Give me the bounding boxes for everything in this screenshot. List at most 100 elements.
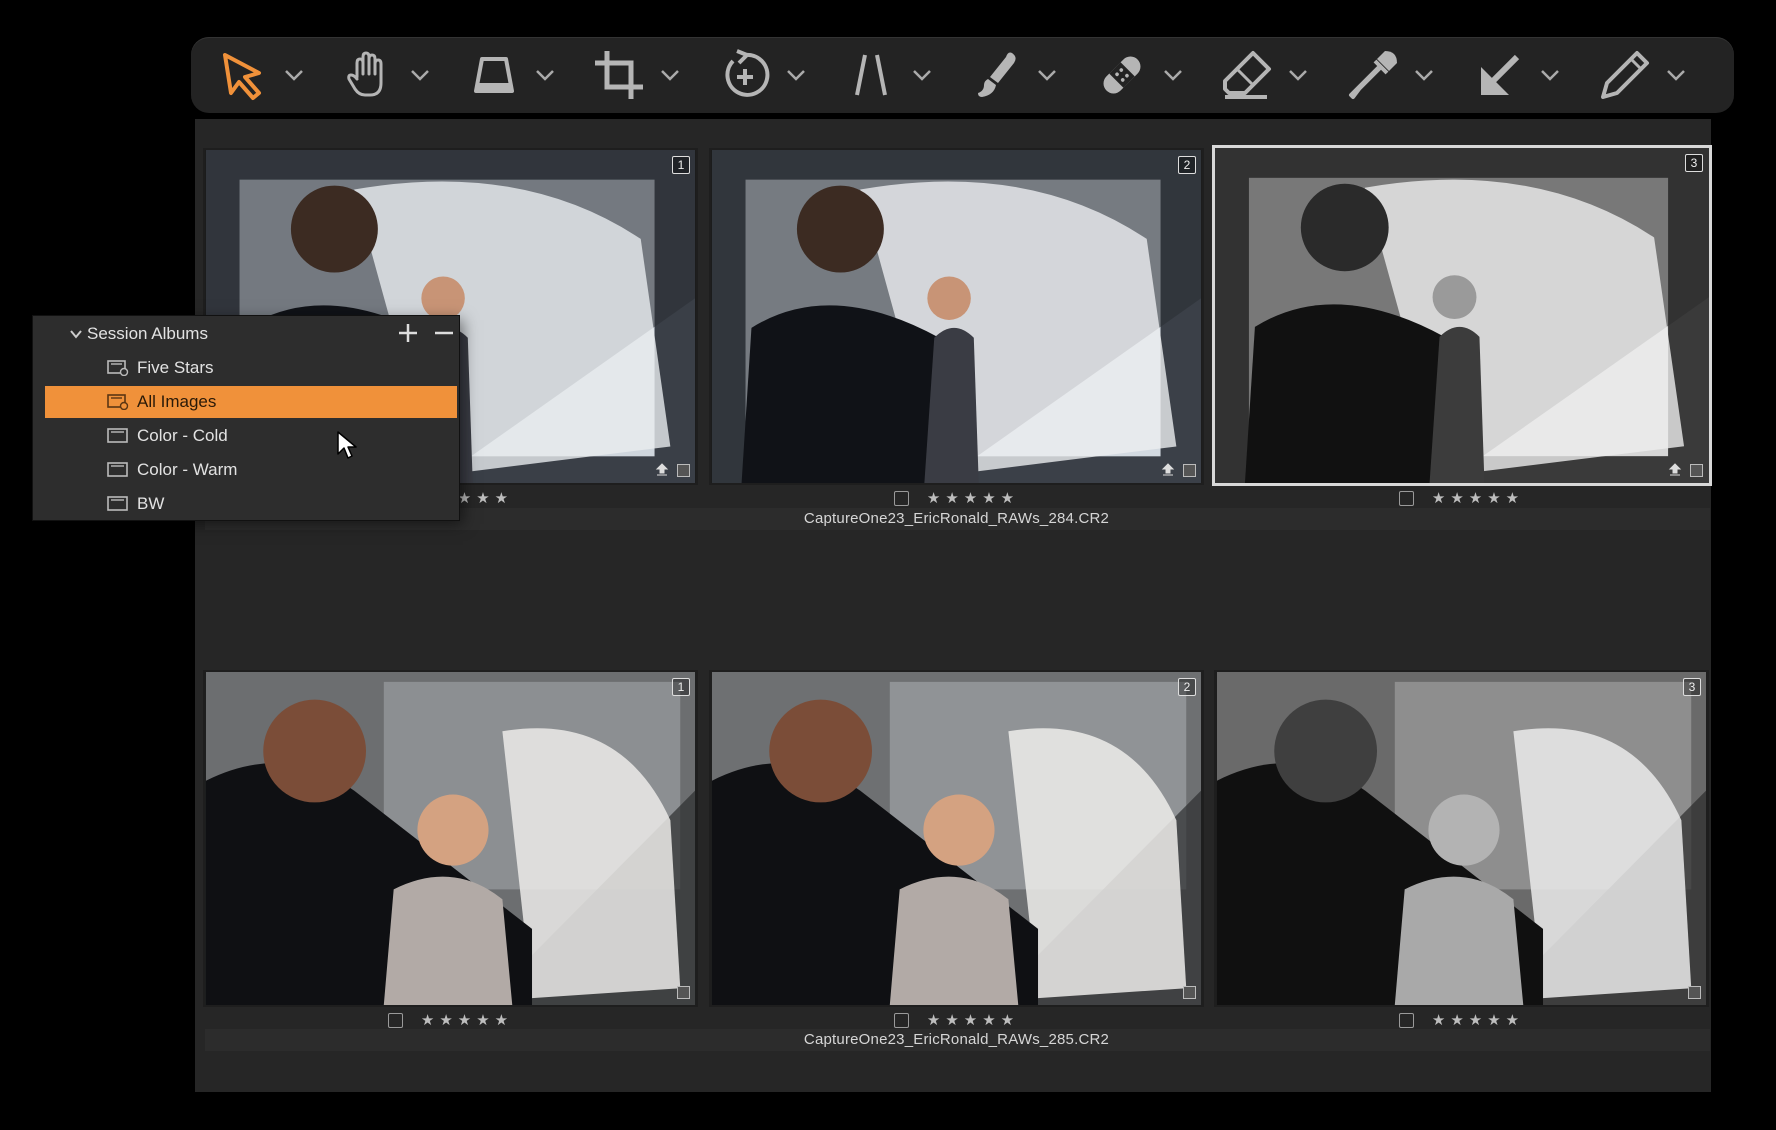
- heal-tool[interactable]: [1094, 47, 1204, 103]
- eyedropper-icon: [1349, 51, 1397, 99]
- photo-thumbnail: [711, 150, 1202, 483]
- thumbnail-variant[interactable]: 3: [1214, 670, 1709, 1007]
- upload-icon: [1668, 463, 1682, 476]
- chevron-down-icon[interactable]: [409, 68, 431, 82]
- album-label: Color - Warm: [137, 460, 238, 479]
- album-label: Five Stars: [137, 358, 214, 377]
- variant-number-badge: 3: [1685, 154, 1703, 172]
- cursor-tools-toolbar: [191, 37, 1734, 113]
- thumbnail-variant[interactable]: 1: [203, 670, 698, 1007]
- star-rating[interactable]: ★★★★★: [421, 1011, 513, 1029]
- chevron-down-icon[interactable]: [659, 68, 681, 82]
- hand-icon: [347, 51, 383, 97]
- rotate-tool[interactable]: [717, 47, 827, 103]
- star-rating[interactable]: ★★★★★: [927, 1011, 1019, 1029]
- thumbnail-meta: ★★★★★: [1214, 1009, 1709, 1031]
- smart-album-icon: [107, 360, 129, 376]
- album-item-all-images[interactable]: All Images: [45, 386, 457, 418]
- chevron-down-icon[interactable]: [911, 68, 933, 82]
- thumbnail-variant-selected[interactable]: 3: [1212, 145, 1712, 486]
- album-label: BW: [137, 494, 165, 513]
- edit-badge-icon: [677, 986, 690, 999]
- pan-tool[interactable]: [341, 47, 451, 103]
- select-checkbox[interactable]: [1398, 490, 1414, 506]
- chevron-down-icon[interactable]: [1036, 68, 1058, 82]
- chevron-down-icon[interactable]: [283, 68, 305, 82]
- select-checkbox[interactable]: [893, 1012, 909, 1028]
- brush-tool[interactable]: [968, 47, 1078, 103]
- thumbnail-variant[interactable]: 2: [709, 148, 1204, 485]
- pencil-tool[interactable]: [1597, 47, 1707, 103]
- album-icon: [107, 462, 128, 477]
- variant-number-badge: 2: [1178, 678, 1196, 696]
- thumbnail-meta: ★★★★★: [203, 1009, 698, 1031]
- minus-icon[interactable]: [433, 322, 455, 344]
- album-icon: [107, 496, 128, 511]
- album-item-bw[interactable]: BW: [45, 488, 491, 520]
- select-checkbox[interactable]: [893, 490, 909, 506]
- photo-thumbnail: [1215, 148, 1709, 483]
- picker-tool[interactable]: [1345, 47, 1455, 103]
- annotate-tool[interactable]: [1471, 47, 1581, 103]
- album-icon: [107, 428, 128, 443]
- chevron-down-icon[interactable]: [1413, 68, 1435, 82]
- pencil-icon: [1601, 51, 1649, 99]
- star-rating[interactable]: ★★★★★: [927, 489, 1019, 507]
- plus-icon[interactable]: [397, 322, 419, 344]
- chevron-down-icon[interactable]: [1665, 68, 1687, 82]
- album-item-color-cold[interactable]: Color - Cold: [45, 420, 491, 452]
- bandage-icon: [1103, 56, 1141, 94]
- edit-badge-icon: [1688, 986, 1701, 999]
- rotate-icon: [725, 49, 770, 97]
- variant-number-badge: 1: [672, 156, 690, 174]
- chevron-down-icon[interactable]: [785, 68, 807, 82]
- chevron-down-icon[interactable]: [1287, 68, 1309, 82]
- keystone-icon: [474, 57, 514, 93]
- erase-tool[interactable]: [1219, 47, 1329, 103]
- photo-thumbnail: [205, 672, 696, 1005]
- chevron-down-icon[interactable]: [534, 68, 556, 82]
- variant-number-badge: 1: [672, 678, 690, 696]
- select-tool[interactable]: [215, 47, 325, 103]
- album-item-color-warm[interactable]: Color - Warm: [45, 454, 491, 486]
- upload-icon: [1161, 463, 1175, 476]
- filename-caption: CaptureOne23_EricRonald_RAWs_285.CR2: [803, 1031, 1110, 1048]
- select-checkbox[interactable]: [1398, 1012, 1414, 1028]
- album-label: Color - Cold: [137, 426, 228, 445]
- variant-number-badge: 3: [1683, 678, 1701, 696]
- album-item-five-stars[interactable]: Five Stars: [45, 352, 491, 384]
- albums-title: Session Albums: [87, 324, 208, 343]
- arrow-down-left-icon: [1481, 54, 1520, 95]
- arrow-pointer-icon: [223, 53, 261, 100]
- upload-icon: [655, 463, 669, 476]
- smart-album-icon: [107, 394, 129, 410]
- album-label: All Images: [137, 392, 217, 411]
- chevron-down-icon[interactable]: [1162, 68, 1184, 82]
- thumbnail-meta: ★★★★★: [709, 1009, 1204, 1031]
- edit-badge-icon: [677, 463, 690, 477]
- chevron-down-icon[interactable]: [1539, 68, 1561, 82]
- thumbnail-variant[interactable]: 2: [709, 670, 1204, 1007]
- eraser-icon: [1223, 51, 1271, 99]
- keystone-tool[interactable]: [466, 47, 576, 103]
- filename-caption: CaptureOne23_EricRonald_RAWs_284.CR2: [803, 510, 1110, 527]
- edit-badge-icon: [1183, 986, 1196, 999]
- crop-tool[interactable]: [591, 47, 701, 103]
- session-albums-panel: Session Albums Five Stars All Images Col…: [33, 316, 459, 520]
- mouse-cursor-icon: [337, 431, 357, 459]
- crop-icon: [595, 51, 643, 99]
- thumbnail-meta: ★★★★★: [1214, 487, 1709, 509]
- edit-badge-icon: [1690, 463, 1703, 477]
- star-rating[interactable]: ★★★★★: [1432, 1011, 1524, 1029]
- albums-header[interactable]: Session Albums: [33, 316, 459, 352]
- select-checkbox[interactable]: [387, 1012, 403, 1028]
- edit-badge-icon: [1183, 463, 1196, 477]
- thumbnail-meta: ★★★★★: [709, 487, 1204, 509]
- photo-thumbnail: [711, 672, 1202, 1005]
- lens-tool[interactable]: [843, 47, 953, 103]
- chevron-down-icon[interactable]: [69, 329, 83, 339]
- photo-thumbnail: [1216, 672, 1707, 1005]
- lines-icon: [855, 54, 887, 96]
- star-rating[interactable]: ★★★★★: [1432, 489, 1524, 507]
- variant-number-badge: 2: [1178, 156, 1196, 174]
